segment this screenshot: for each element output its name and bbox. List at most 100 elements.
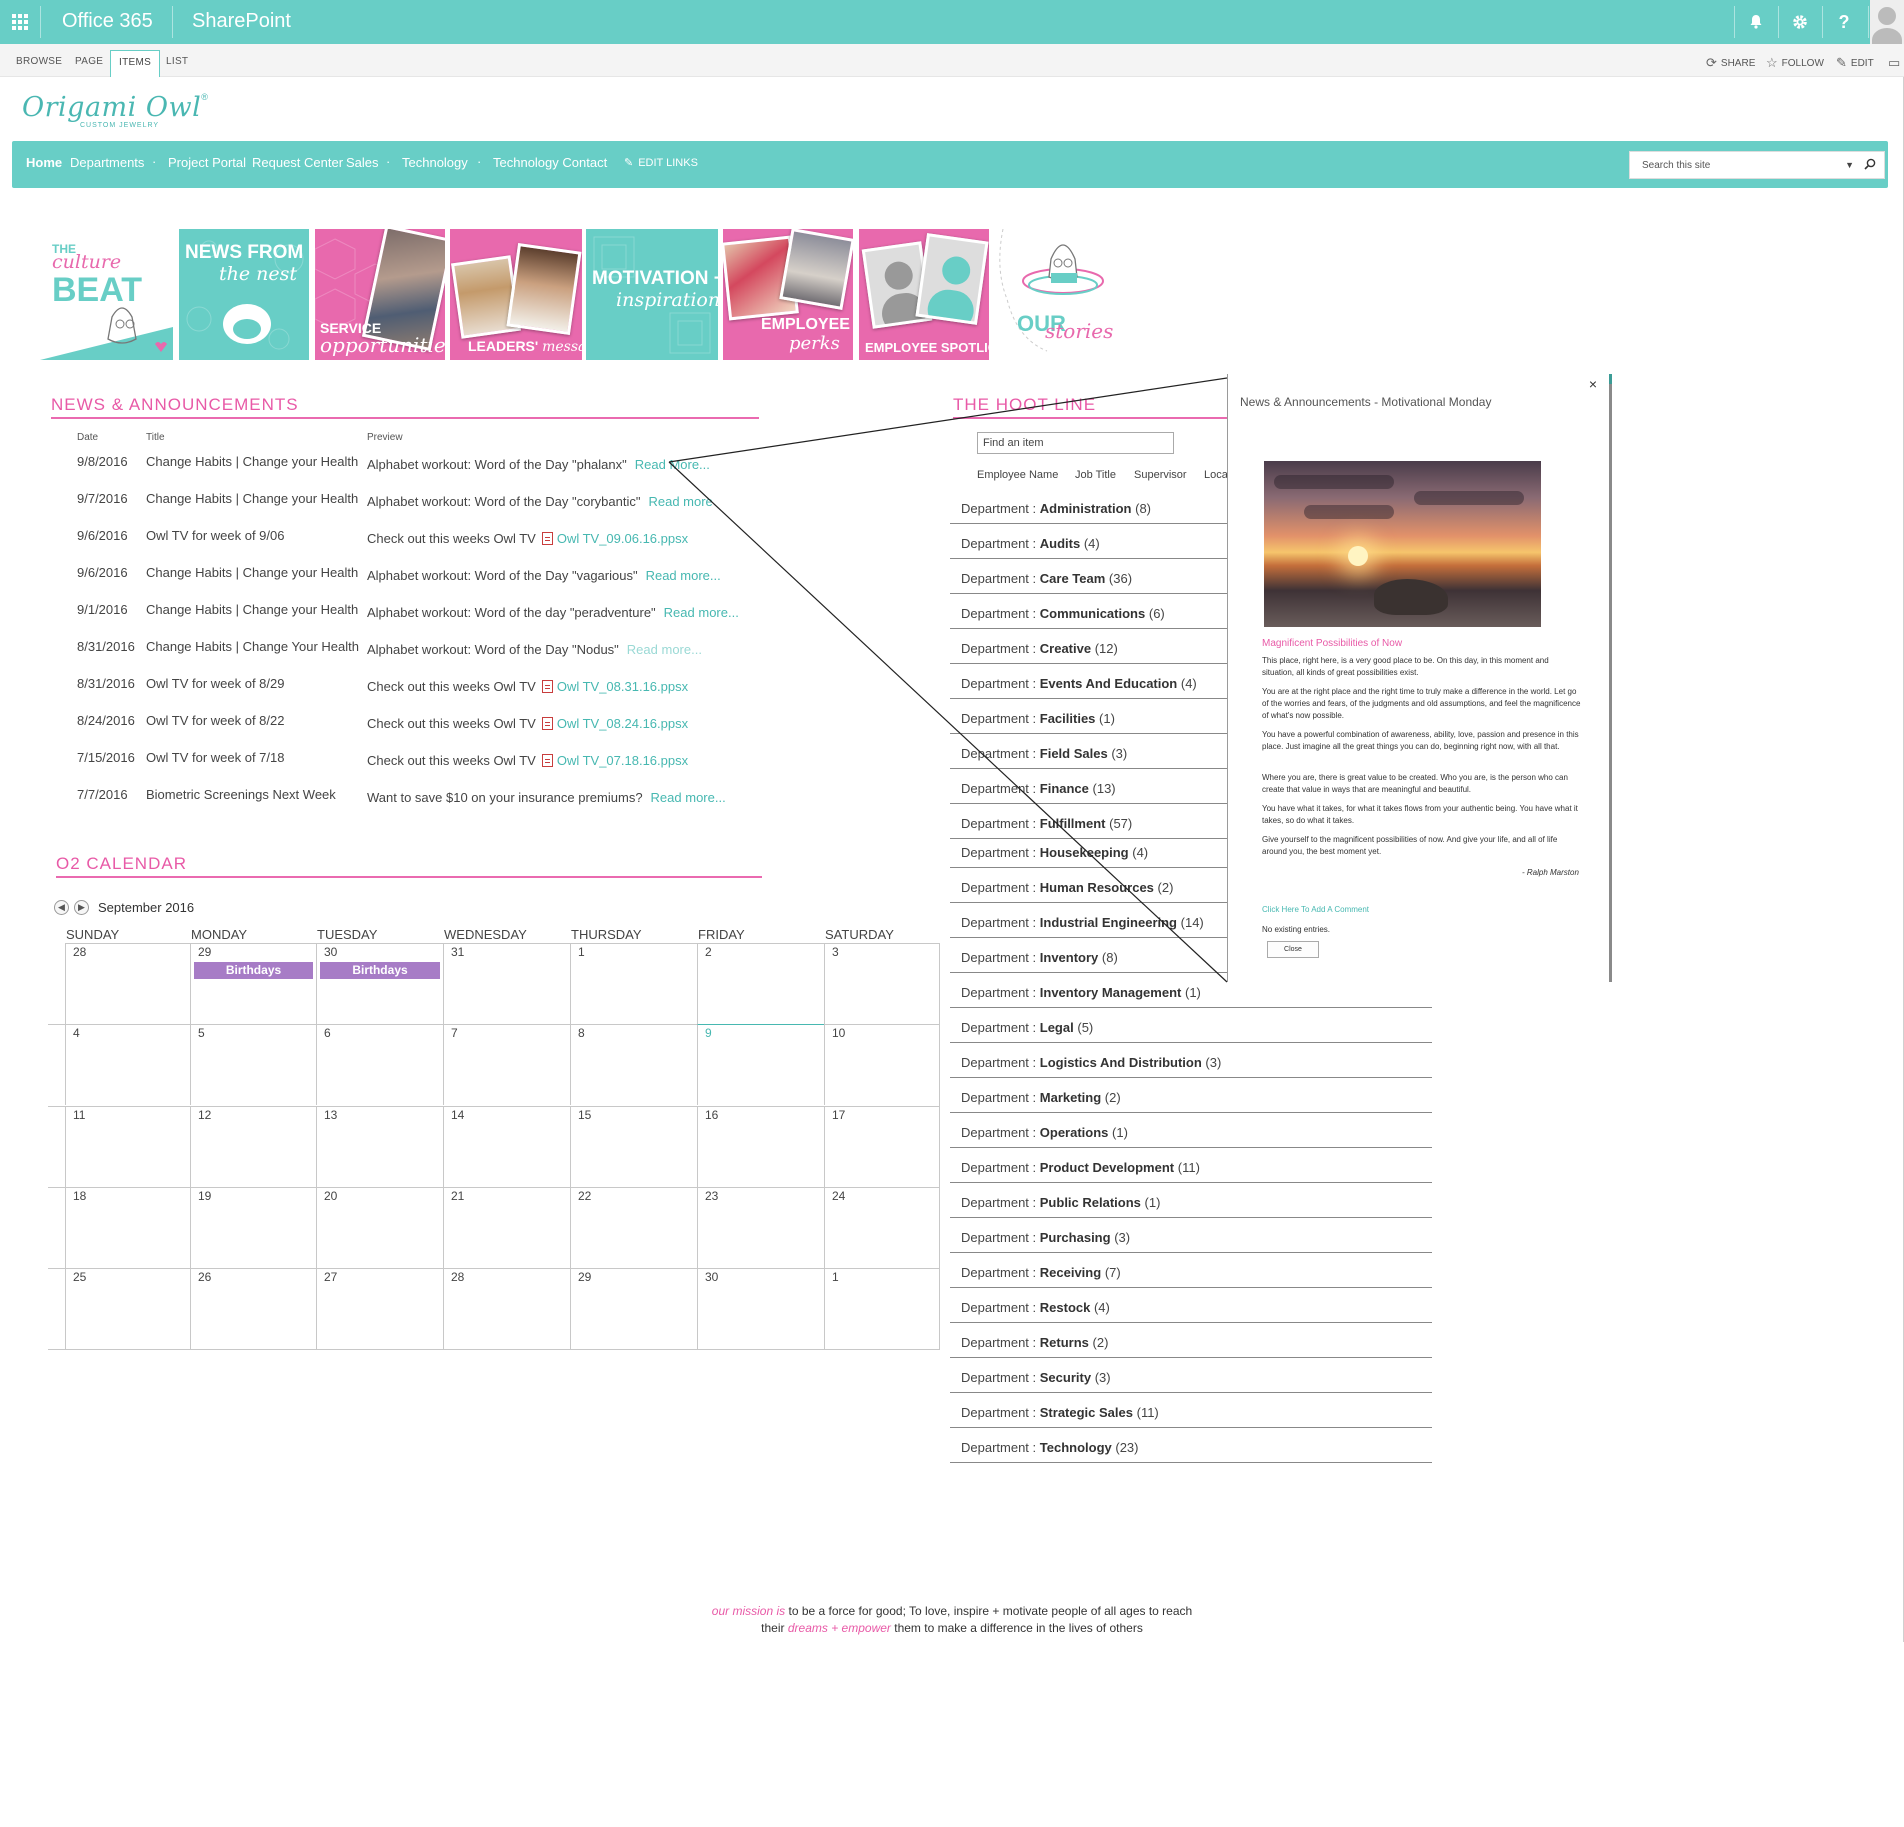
calendar-day-cell[interactable]: 18 xyxy=(65,1187,190,1268)
focus-icon[interactable]: ▭ xyxy=(1888,55,1900,71)
news-title[interactable]: Owl TV for week of 8/29 xyxy=(146,676,285,691)
news-row[interactable]: 8/31/2016 Change Habits | Change Your Hea… xyxy=(0,635,760,665)
nav-request-center[interactable]: Request Center xyxy=(252,155,343,170)
news-row[interactable]: 9/7/2016 Change Habits | Change your Heal… xyxy=(0,487,760,517)
office365-title[interactable]: Office 365 xyxy=(62,10,153,33)
follow-button[interactable]: ☆ FOLLOW xyxy=(1766,55,1824,71)
news-row[interactable]: 9/1/2016 Change Habits | Change your Heal… xyxy=(0,598,760,628)
news-title[interactable]: Change Habits | Change your Health xyxy=(146,565,358,580)
calendar-day-cell[interactable]: 8 xyxy=(570,1024,697,1105)
prev-month-icon[interactable]: ◀ xyxy=(54,900,69,915)
news-title[interactable]: Change Habits | Change your Health xyxy=(146,602,358,617)
calendar-day-cell[interactable]: 26 xyxy=(190,1268,316,1350)
calendar-event[interactable]: Birthdays xyxy=(194,962,313,979)
nav-sales[interactable]: Sales xyxy=(346,155,379,170)
department-group-row[interactable]: Department : Receiving (7) xyxy=(950,1253,1432,1288)
news-title[interactable]: Change Habits | Change Your Health xyxy=(146,639,359,654)
read-more-link[interactable]: Read More... xyxy=(635,457,710,472)
nav-home[interactable]: Home xyxy=(26,155,62,170)
calendar-day-cell[interactable]: 15 xyxy=(570,1106,697,1187)
read-more-link[interactable]: Owl TV_08.31.16.ppsx xyxy=(557,679,688,694)
tile-leaders-messages[interactable]: LEADERS' messages xyxy=(450,229,582,360)
add-comment-link[interactable]: Click Here To Add A Comment xyxy=(1262,905,1369,914)
news-title[interactable]: Owl TV for week of 9/06 xyxy=(146,528,285,543)
nav-technology-contact[interactable]: Technology Contact xyxy=(493,155,607,170)
close-icon[interactable]: × xyxy=(1589,376,1597,392)
calendar-day-cell[interactable]: 29 xyxy=(570,1268,697,1350)
news-row[interactable]: 9/6/2016 Owl TV for week of 9/06 Check out… xyxy=(0,524,760,554)
department-group-row[interactable]: Department : Purchasing (3) xyxy=(950,1218,1432,1253)
news-title[interactable]: Owl TV for week of 7/18 xyxy=(146,750,285,765)
news-row[interactable]: 7/15/2016 Owl TV for week of 7/18 Check ou… xyxy=(0,746,760,776)
calendar-day-cell[interactable]: 10 xyxy=(824,1024,939,1105)
tile-culture-beat[interactable]: THE culture BEAT xyxy=(40,229,173,360)
calendar-day-cell[interactable]: 4 xyxy=(65,1024,190,1105)
nav-project-portal[interactable]: Project Portal xyxy=(168,155,246,170)
next-month-icon[interactable]: ▶ xyxy=(74,900,89,915)
news-header-date[interactable]: Date xyxy=(77,432,98,443)
bell-icon[interactable] xyxy=(1734,0,1778,44)
department-group-row[interactable]: Department : Strategic Sales (11) xyxy=(950,1393,1432,1428)
calendar-day-cell[interactable]: 17 xyxy=(824,1106,939,1187)
tile-our-stories[interactable]: OUR stories xyxy=(995,229,1125,360)
calendar-day-cell[interactable]: 16 xyxy=(697,1106,824,1187)
close-button[interactable]: Close xyxy=(1267,941,1319,958)
read-more-link[interactable]: Read more... xyxy=(664,605,739,620)
tab-items[interactable]: ITEMS xyxy=(110,50,161,77)
sharepoint-title[interactable]: SharePoint xyxy=(192,10,291,33)
calendar-day-cell[interactable]: 12 xyxy=(190,1106,316,1187)
avatar[interactable] xyxy=(1870,0,1904,44)
calendar-day-cell[interactable]: 14 xyxy=(443,1106,570,1187)
nav-technology[interactable]: Technology xyxy=(402,155,468,170)
calendar-day-cell[interactable]: 31 xyxy=(443,943,570,1024)
tab-list[interactable]: LIST xyxy=(158,52,196,77)
calendar-day-cell[interactable]: 9 xyxy=(697,1024,824,1105)
calendar-day-cell[interactable]: 20 xyxy=(316,1187,443,1268)
calendar-day-cell[interactable]: 1 xyxy=(824,1268,939,1350)
calendar-day-cell[interactable]: 13 xyxy=(316,1106,443,1187)
nav-departments[interactable]: Departments xyxy=(70,155,144,170)
department-group-row[interactable]: Department : Security (3) xyxy=(950,1358,1432,1393)
calendar-day-cell[interactable]: 6 xyxy=(316,1024,443,1105)
chevron-down-icon[interactable]: ▼ xyxy=(1845,160,1854,170)
hoot-col-job-title[interactable]: Job Title xyxy=(1075,469,1116,481)
calendar-day-cell[interactable]: 3 xyxy=(824,943,939,1024)
tile-service-opportunities[interactable]: SERVICE opportunities xyxy=(315,229,445,360)
news-row[interactable]: 9/6/2016 Change Habits | Change your Heal… xyxy=(0,561,760,591)
tab-browse[interactable]: BROWSE xyxy=(8,52,70,77)
read-more-link[interactable]: Read more... xyxy=(627,642,702,657)
tab-page[interactable]: PAGE xyxy=(67,52,111,77)
department-group-row[interactable]: Department : Returns (2) xyxy=(950,1323,1432,1358)
news-row[interactable]: 7/7/2016 Biometric Screenings Next Week Wa… xyxy=(0,783,760,813)
help-icon[interactable]: ? xyxy=(1822,0,1866,44)
hoot-col-employee-name[interactable]: Employee Name xyxy=(977,469,1058,481)
search-icon[interactable] xyxy=(1864,157,1876,173)
calendar-day-cell[interactable]: 30 Birthdays xyxy=(316,943,443,1024)
department-group-row[interactable]: Department : Legal (5) xyxy=(950,1008,1432,1043)
department-group-row[interactable]: Department : Marketing (2) xyxy=(950,1078,1432,1113)
calendar-day-cell[interactable]: 11 xyxy=(65,1106,190,1187)
read-more-link[interactable]: Owl TV_09.06.16.ppsx xyxy=(557,531,688,546)
news-row[interactable]: 8/24/2016 Owl TV for week of 8/22 Check ou… xyxy=(0,709,760,739)
tile-news-from-nest[interactable]: NEWS FROM the nest xyxy=(179,229,309,360)
calendar-day-cell[interactable]: 27 xyxy=(316,1268,443,1350)
news-header-title[interactable]: Title xyxy=(146,432,165,443)
news-title[interactable]: Owl TV for week of 8/22 xyxy=(146,713,285,728)
calendar-day-cell[interactable]: 1 xyxy=(570,943,697,1024)
calendar-day-cell[interactable]: 2 xyxy=(697,943,824,1024)
department-group-row[interactable]: Department : Operations (1) xyxy=(950,1113,1432,1148)
calendar-day-cell[interactable]: 19 xyxy=(190,1187,316,1268)
share-button[interactable]: ⟳ SHARE xyxy=(1706,55,1755,71)
hoot-search-input[interactable]: Find an item xyxy=(977,432,1174,454)
calendar-day-cell[interactable]: 23 xyxy=(697,1187,824,1268)
calendar-day-cell[interactable]: 21 xyxy=(443,1187,570,1268)
news-title[interactable]: Change Habits | Change your Health xyxy=(146,491,358,506)
site-logo[interactable]: Origami Owl® CUSTOM JEWELRY xyxy=(22,92,208,129)
news-title[interactable]: Change Habits | Change your Health xyxy=(146,454,358,469)
calendar-day-cell[interactable]: 28 xyxy=(65,943,190,1024)
read-more-link[interactable]: Owl TV_08.24.16.ppsx xyxy=(557,716,688,731)
edit-button[interactable]: ✎ EDIT xyxy=(1836,55,1874,71)
read-more-link[interactable]: Read more... xyxy=(651,790,726,805)
hoot-col-location[interactable]: Loca xyxy=(1204,469,1228,481)
calendar-day-cell[interactable]: 30 xyxy=(697,1268,824,1350)
